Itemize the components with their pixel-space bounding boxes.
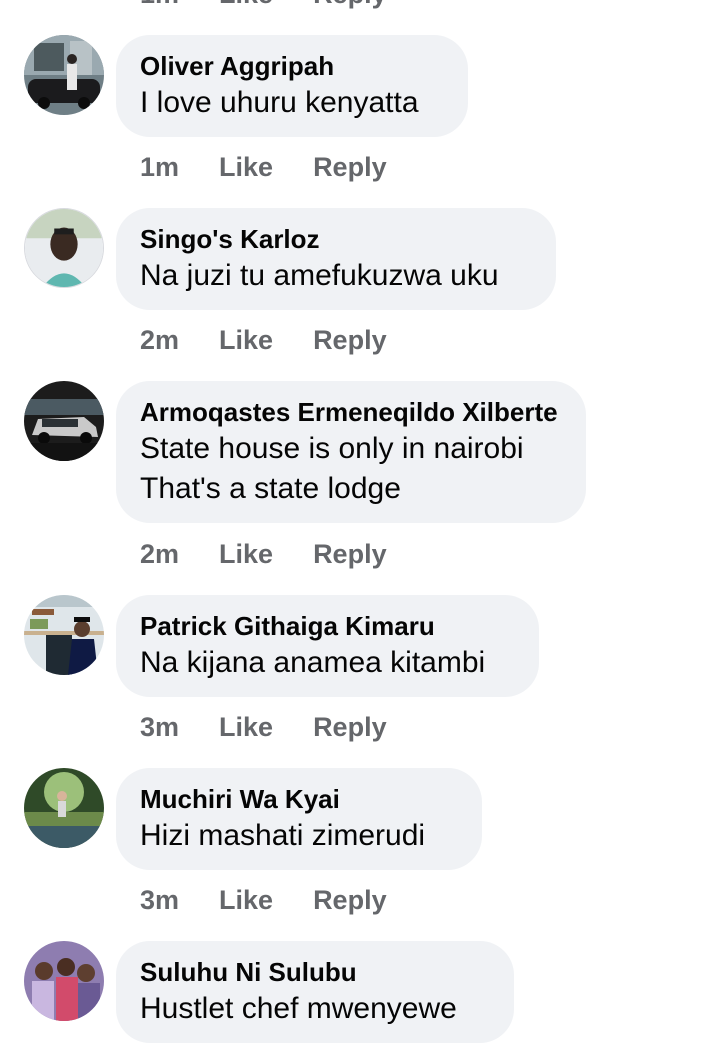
comment-bubble: Armoqastes Ermeneqildo Xilberte State ho… bbox=[116, 381, 586, 523]
comment-author[interactable]: Suluhu Ni Sulubu bbox=[140, 955, 490, 989]
comment-bubble: Singo's Karloz Na juzi tu amefukuzwa uku bbox=[116, 208, 556, 310]
group-avatar bbox=[24, 941, 104, 1021]
like-button[interactable]: Like bbox=[219, 0, 273, 10]
avatar[interactable] bbox=[24, 208, 104, 288]
comment-text: Hustlet chef mwenyewe bbox=[140, 992, 457, 1025]
comment-author[interactable]: Singo's Karloz bbox=[140, 222, 532, 256]
comment-actions: 3m Like Reply bbox=[140, 884, 387, 916]
like-button[interactable]: Like bbox=[219, 538, 273, 570]
reply-button[interactable]: Reply bbox=[313, 0, 387, 10]
comment-actions: 2m Like Reply bbox=[140, 324, 387, 356]
comment-time: 3m bbox=[140, 712, 180, 742]
comment-actions: 3m Like Reply bbox=[140, 711, 387, 743]
comment-actions: 2m Like Reply bbox=[140, 538, 387, 570]
comment-bubble: Patrick Githaiga Kimaru Na kijana anamea… bbox=[116, 595, 539, 697]
avatar[interactable] bbox=[24, 381, 104, 461]
comment-author[interactable]: Armoqastes Ermeneqildo Xilberte bbox=[140, 395, 562, 429]
person-car-avatar bbox=[24, 35, 104, 115]
like-button[interactable]: Like bbox=[219, 884, 273, 916]
comment-time: 1m bbox=[140, 0, 179, 10]
nature-avatar bbox=[24, 768, 104, 848]
like-button[interactable]: Like bbox=[219, 151, 273, 183]
reply-button[interactable]: Reply bbox=[313, 324, 387, 356]
comment-time: 2m bbox=[140, 539, 180, 569]
comment-text: State house is only in nairobi That's a … bbox=[140, 432, 524, 505]
person-selfie-avatar bbox=[25, 209, 103, 287]
suv-car-avatar bbox=[24, 381, 104, 461]
comment-author[interactable]: Muchiri Wa Kyai bbox=[140, 782, 458, 816]
comment-bubble: Suluhu Ni Sulubu Hustlet chef mwenyewe bbox=[116, 941, 514, 1043]
reply-button[interactable]: Reply bbox=[313, 884, 387, 916]
reply-button[interactable]: Reply bbox=[313, 538, 387, 570]
comment-time: 1m bbox=[140, 152, 180, 182]
avatar[interactable] bbox=[24, 768, 104, 848]
like-button[interactable]: Like bbox=[219, 711, 273, 743]
comment-author[interactable]: Patrick Githaiga Kimaru bbox=[140, 609, 515, 643]
comment-text: I love uhuru kenyatta bbox=[140, 86, 419, 119]
comment-bubble: Oliver Aggripah I love uhuru kenyatta bbox=[116, 35, 468, 137]
comment-author[interactable]: Oliver Aggripah bbox=[140, 49, 444, 83]
comment-time: 2m bbox=[140, 325, 180, 355]
comment-text: Na kijana anamea kitambi bbox=[140, 646, 486, 679]
comment-actions: 1m Like Reply bbox=[140, 151, 387, 183]
avatar[interactable] bbox=[24, 35, 104, 115]
like-button[interactable]: Like bbox=[219, 324, 273, 356]
comment-text: Na juzi tu amefukuzwa uku bbox=[140, 259, 499, 292]
comment-text: Hizi mashati zimerudi bbox=[140, 819, 426, 852]
reply-button[interactable]: Reply bbox=[313, 711, 387, 743]
avatar[interactable] bbox=[24, 941, 104, 1021]
reply-button[interactable]: Reply bbox=[313, 151, 387, 183]
graduate-avatar bbox=[24, 595, 104, 675]
comment-time: 3m bbox=[140, 885, 180, 915]
comment-bubble: Muchiri Wa Kyai Hizi mashati zimerudi bbox=[116, 768, 482, 870]
comment-actions: 1m Like Reply bbox=[140, 0, 387, 10]
avatar[interactable] bbox=[24, 595, 104, 675]
